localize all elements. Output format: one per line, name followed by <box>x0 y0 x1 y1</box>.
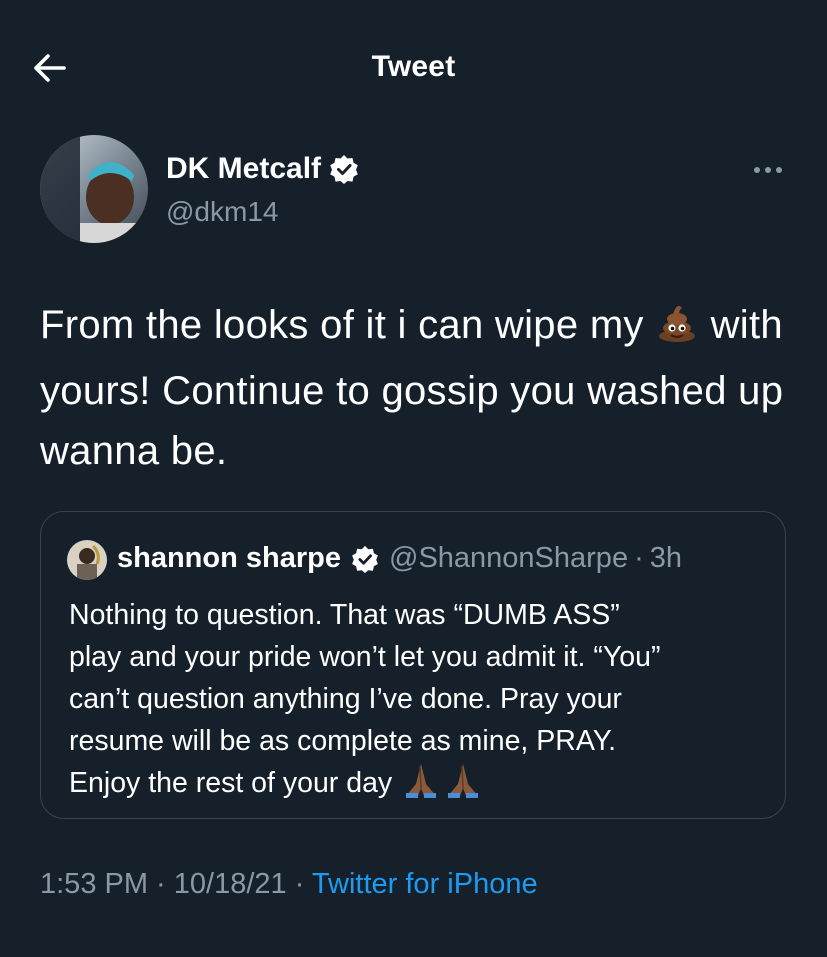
avatar-image <box>40 135 148 243</box>
author-name[interactable]: DK Metcalf <box>166 152 321 186</box>
quoted-avatar-image <box>67 540 107 580</box>
quoted-text-line: Nothing to question. That was “DUMB ASS” <box>69 599 620 631</box>
top-bar: Tweet <box>0 40 827 96</box>
tweet-time[interactable]: 1:53 PM <box>40 868 148 900</box>
quoted-tweet-text: Nothing to question. That was “DUMB ASS”… <box>69 594 759 810</box>
verified-badge-icon <box>330 155 358 184</box>
meta-separator: · <box>286 868 312 900</box>
meta-separator: · <box>148 868 174 900</box>
quoted-text-line: Enjoy the rest of your day <box>69 767 401 799</box>
page-title: Tweet <box>371 50 456 83</box>
quoted-text-line: play and your pride won’t let you admit … <box>69 641 661 673</box>
author-handle[interactable]: @dkm14 <box>166 196 278 228</box>
quoted-author-avatar[interactable] <box>67 540 107 580</box>
author-name-row[interactable]: DK Metcalf <box>166 152 359 186</box>
author-avatar[interactable] <box>40 135 148 243</box>
folded-hands-icon <box>400 762 484 810</box>
quoted-author-name[interactable]: shannon sharpe <box>117 542 341 575</box>
tweet-date[interactable]: 10/18/21 <box>174 868 287 900</box>
tweet-meta: 1:53 PM · 10/18/21 · Twitter for iPhone <box>40 868 538 901</box>
quoted-author-handle[interactable]: @ShannonSharpe <box>389 542 628 575</box>
more-horizontal-icon <box>754 167 782 173</box>
more-options-button[interactable] <box>748 158 788 182</box>
quoted-header: shannon sharpe @ShannonSharpe · 3h <box>117 542 682 575</box>
quoted-text-line-last: Enjoy the rest of your day <box>69 762 759 810</box>
tweet-source-link[interactable]: Twitter for iPhone <box>312 868 538 900</box>
tweet-text-part-1: From the looks of it i can wipe my <box>40 303 656 347</box>
quoted-text-line: can’t question anything I’ve done. Pray … <box>69 683 622 715</box>
verified-badge-icon <box>352 545 378 573</box>
quoted-tweet-card[interactable]: shannon sharpe @ShannonSharpe · 3h Nothi… <box>40 511 786 819</box>
separator-dot: · <box>634 542 644 574</box>
quoted-timestamp[interactable]: 3h <box>650 542 682 575</box>
quoted-text-line: resume will be as complete as mine, PRAY… <box>69 725 617 757</box>
tweet-text: From the looks of it i can wipe my with … <box>40 295 800 481</box>
pile-of-poo-icon <box>655 300 699 361</box>
